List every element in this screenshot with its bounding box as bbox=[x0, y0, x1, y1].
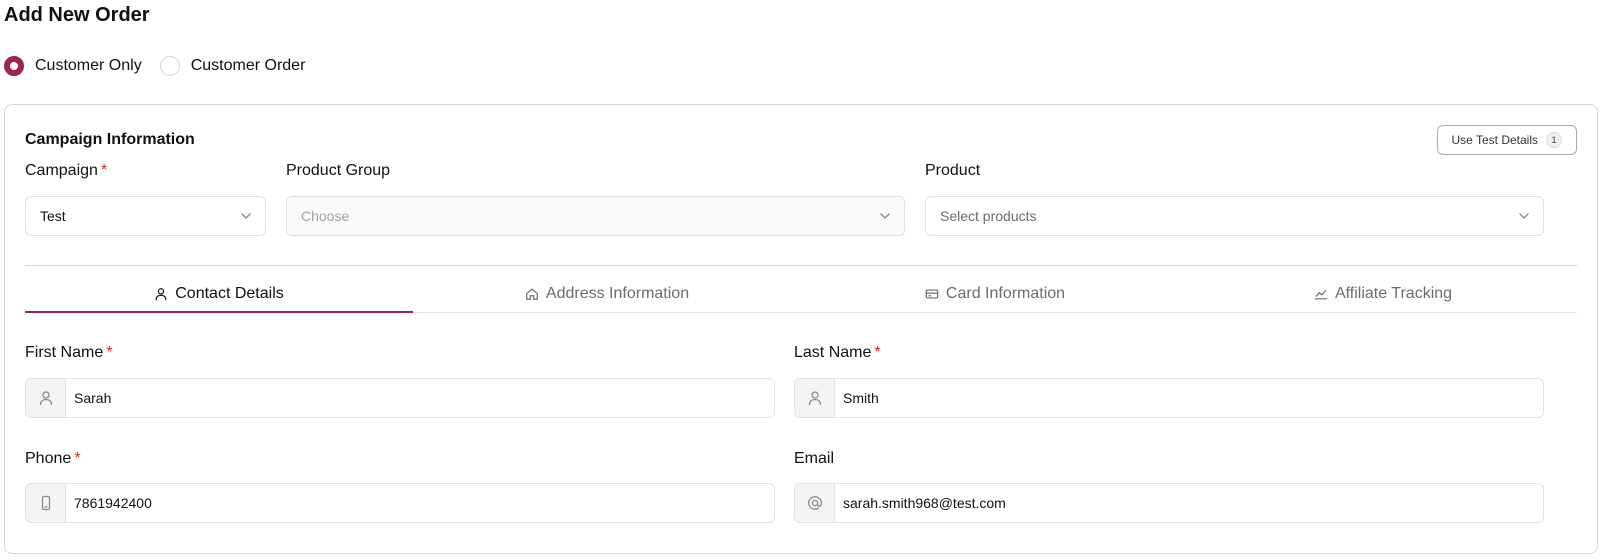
product-group-placeholder: Choose bbox=[301, 208, 350, 224]
form-tabs: Contact Details Address Information Card… bbox=[25, 275, 1577, 313]
credit-card-icon bbox=[925, 288, 939, 299]
chevron-down-icon bbox=[241, 213, 251, 219]
user-icon bbox=[39, 391, 52, 406]
user-icon bbox=[155, 287, 167, 300]
email-addon bbox=[795, 484, 835, 522]
tab-contact-details[interactable]: Contact Details bbox=[25, 275, 413, 313]
order-type-radio-group: Customer Only Customer Order bbox=[4, 56, 323, 76]
at-sign-icon bbox=[807, 496, 822, 510]
email-label-text: Email bbox=[794, 450, 835, 467]
use-test-details-button[interactable]: Use Test Details 1 bbox=[1436, 125, 1577, 155]
first-name-field bbox=[25, 378, 775, 418]
customer-only-radio[interactable]: Customer Only bbox=[4, 56, 142, 76]
tab-affiliate-tracking[interactable]: Affiliate Tracking bbox=[1189, 275, 1577, 312]
last-name-label-text: Last Name bbox=[794, 344, 872, 361]
product-label: Product bbox=[925, 162, 980, 180]
customer-order-radio[interactable]: Customer Order bbox=[159, 56, 306, 76]
use-test-details-label: Use Test Details bbox=[1451, 133, 1538, 147]
product-group-label-text: Product Group bbox=[286, 162, 391, 179]
first-name-label-text: First Name bbox=[25, 344, 104, 361]
tab-address-information[interactable]: Address Information bbox=[413, 275, 801, 312]
user-icon bbox=[808, 391, 821, 406]
campaign-section-title: Campaign Information bbox=[25, 131, 195, 148]
page-title: Add New Order bbox=[4, 4, 150, 26]
phone-label: Phone * bbox=[25, 450, 81, 468]
radio-unchecked-icon[interactable] bbox=[159, 56, 180, 76]
phone-icon bbox=[41, 495, 50, 511]
email-label: Email bbox=[794, 450, 834, 468]
last-name-input[interactable] bbox=[835, 379, 1543, 417]
test-details-count-badge: 1 bbox=[1546, 132, 1562, 148]
section-divider bbox=[25, 265, 1577, 266]
campaign-select-value: Test bbox=[40, 208, 66, 224]
campaign-select[interactable]: Test bbox=[25, 196, 266, 236]
email-input[interactable] bbox=[835, 484, 1543, 522]
required-mark: * bbox=[874, 344, 881, 361]
phone-input[interactable] bbox=[66, 484, 774, 522]
home-icon bbox=[526, 288, 538, 300]
first-name-label: First Name * bbox=[25, 344, 112, 362]
last-name-addon bbox=[795, 379, 835, 417]
tab-address-information-label: Address Information bbox=[545, 284, 690, 302]
tab-contact-details-label: Contact Details bbox=[175, 284, 284, 302]
tab-card-information-label: Card Information bbox=[945, 284, 1066, 302]
product-select[interactable]: Select products bbox=[925, 196, 1544, 236]
last-name-label: Last Name * bbox=[794, 344, 881, 362]
campaign-label-text: Campaign bbox=[25, 162, 98, 179]
chart-line-icon bbox=[1314, 289, 1328, 299]
customer-only-label: Customer Only bbox=[35, 57, 142, 74]
last-name-field bbox=[794, 378, 1544, 418]
order-form-card: Campaign Information Use Test Details 1 … bbox=[4, 104, 1598, 554]
chevron-down-icon bbox=[1519, 213, 1529, 219]
required-mark: * bbox=[100, 162, 108, 179]
customer-order-label: Customer Order bbox=[190, 57, 306, 74]
product-group-select[interactable]: Choose bbox=[286, 196, 905, 236]
phone-label-text: Phone bbox=[25, 450, 72, 467]
product-group-label: Product Group bbox=[286, 162, 390, 180]
first-name-input[interactable] bbox=[66, 379, 774, 417]
required-mark: * bbox=[106, 344, 113, 361]
campaign-label: Campaign * bbox=[25, 162, 107, 180]
first-name-addon bbox=[26, 379, 66, 417]
product-placeholder: Select products bbox=[940, 208, 1037, 224]
phone-addon bbox=[26, 484, 66, 522]
required-mark: * bbox=[74, 450, 81, 467]
chevron-down-icon bbox=[880, 213, 890, 219]
email-field bbox=[794, 483, 1544, 523]
tab-affiliate-tracking-label: Affiliate Tracking bbox=[1334, 284, 1453, 302]
product-label-text: Product bbox=[925, 162, 981, 179]
phone-field bbox=[25, 483, 775, 523]
radio-checked-icon[interactable] bbox=[4, 56, 24, 76]
tab-card-information[interactable]: Card Information bbox=[801, 275, 1189, 312]
